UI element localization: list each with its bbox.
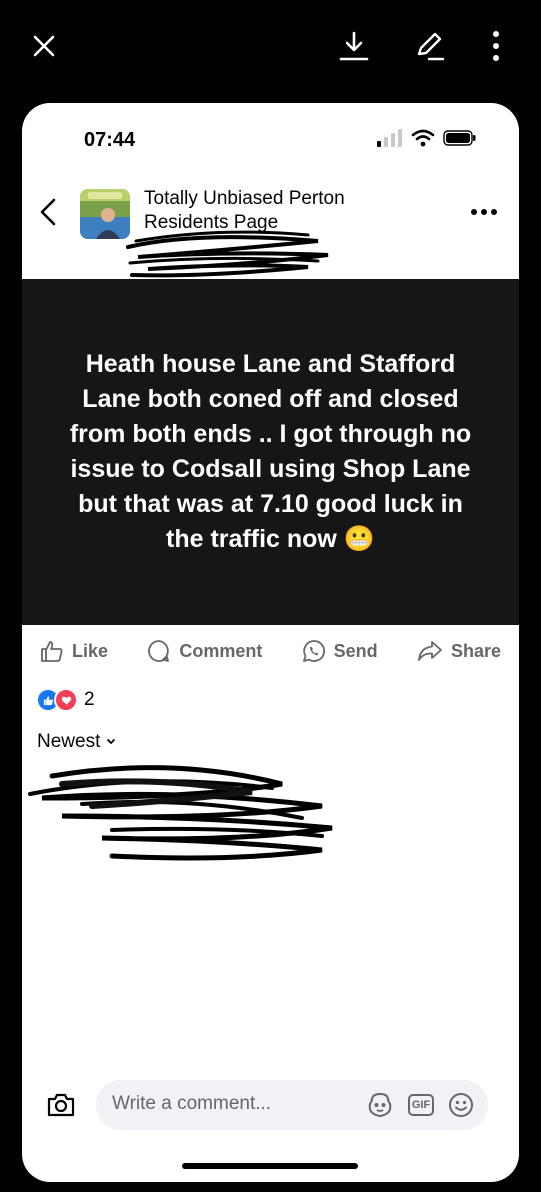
screenshot-card: 07:44 Totally Unbiased Perton Residents … bbox=[22, 103, 519, 1182]
send-button[interactable]: Send bbox=[302, 633, 378, 669]
comment-label: Comment bbox=[179, 640, 263, 661]
close-button[interactable] bbox=[26, 28, 62, 64]
thumbs-up-icon bbox=[41, 641, 63, 662]
comment-button[interactable]: Comment bbox=[147, 633, 262, 669]
status-icons bbox=[377, 129, 477, 147]
comment-sort-dropdown[interactable]: Newest bbox=[37, 731, 116, 753]
close-icon bbox=[33, 35, 55, 57]
gif-label: GIF bbox=[411, 1099, 431, 1111]
edit-button[interactable] bbox=[412, 28, 448, 64]
image-viewer-toolbar bbox=[0, 0, 541, 100]
download-icon bbox=[339, 31, 369, 61]
emoji-icon[interactable] bbox=[448, 1092, 474, 1118]
download-button[interactable] bbox=[336, 28, 372, 64]
comment-placeholder: Write a comment... bbox=[112, 1093, 272, 1114]
next-image-edge bbox=[0, 1192, 541, 1200]
like-label: Like bbox=[72, 640, 109, 661]
love-reaction-icon bbox=[54, 688, 78, 712]
wifi-icon bbox=[411, 129, 435, 147]
redacted-comment-scribble bbox=[28, 765, 333, 861]
avatar-sticker-icon[interactable] bbox=[366, 1092, 394, 1118]
comment-composer: Write a comment... GIF bbox=[22, 1078, 519, 1138]
reaction-count: 2 bbox=[84, 689, 95, 710]
like-button[interactable]: Like bbox=[40, 633, 108, 669]
status-time: 07:44 bbox=[84, 129, 136, 151]
gif-button[interactable]: GIF bbox=[408, 1094, 434, 1116]
share-button[interactable]: Share bbox=[417, 633, 501, 669]
share-icon bbox=[418, 641, 442, 661]
battery-icon bbox=[443, 130, 476, 146]
reaction-summary[interactable]: 2 bbox=[36, 688, 95, 712]
sort-label: Newest bbox=[37, 731, 101, 752]
signal-icon bbox=[377, 129, 402, 147]
chevron-left-icon bbox=[40, 198, 56, 226]
home-indicator bbox=[182, 1163, 358, 1169]
post-header: Totally Unbiased Perton Residents Page bbox=[22, 175, 519, 285]
whatsapp-icon bbox=[302, 640, 325, 662]
back-button[interactable] bbox=[38, 197, 58, 232]
post-actions: Like Comment Send Share bbox=[22, 633, 519, 669]
comment-icon bbox=[148, 640, 170, 662]
camera-icon bbox=[47, 1093, 75, 1117]
redacted-scribble bbox=[126, 230, 329, 278]
chevron-down-icon bbox=[107, 739, 116, 745]
post-text-image[interactable]: Heath house Lane and Stafford Lane both … bbox=[22, 279, 519, 625]
comment-input-icons: GIF bbox=[366, 1092, 474, 1118]
edit-icon bbox=[417, 32, 445, 61]
status-bar: 07:44 bbox=[22, 103, 519, 173]
more-options-button[interactable] bbox=[478, 28, 514, 64]
send-label: Send bbox=[333, 640, 378, 661]
more-vertical-icon bbox=[493, 31, 499, 61]
post-options-button[interactable] bbox=[470, 203, 498, 221]
post-text: Heath house Lane and Stafford Lane both … bbox=[69, 350, 472, 553]
share-label: Share bbox=[450, 640, 501, 661]
more-horizontal-icon bbox=[471, 209, 497, 215]
comment-input[interactable]: Write a comment... GIF bbox=[96, 1080, 488, 1130]
camera-button[interactable] bbox=[46, 1092, 76, 1123]
